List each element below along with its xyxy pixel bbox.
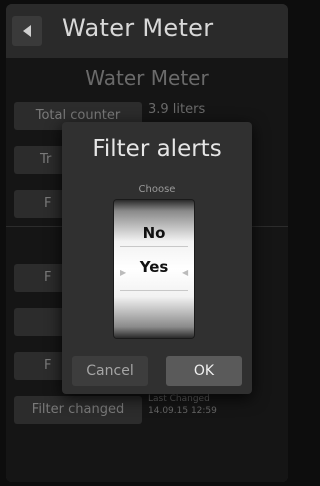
back-button[interactable] bbox=[12, 16, 42, 46]
picker-divider bbox=[120, 246, 188, 247]
page-title: Water Meter bbox=[85, 66, 209, 90]
selection-right-arrow-icon: ◀ bbox=[182, 268, 189, 277]
ok-button[interactable]: OK bbox=[166, 356, 242, 386]
picker-divider bbox=[120, 290, 188, 291]
app-screen: Water Meter Water Meter Total counter 3.… bbox=[6, 4, 288, 482]
app-title: Water Meter bbox=[62, 14, 214, 42]
back-arrow-icon bbox=[23, 25, 31, 37]
cancel-button[interactable]: Cancel bbox=[72, 356, 148, 386]
last-changed-value: 14.09.15 12:59 bbox=[148, 406, 217, 416]
picker-option-no[interactable]: No bbox=[114, 224, 194, 242]
selection-left-arrow-icon: ▶ bbox=[120, 268, 127, 277]
filter-changed-button[interactable]: Filter changed bbox=[14, 396, 142, 424]
total-counter-value: 3.9 liters bbox=[148, 102, 206, 117]
filter-alerts-dialog: Filter alerts Choose No Yes ▶ ◀ Cancel O… bbox=[62, 122, 252, 394]
dialog-title: Filter alerts bbox=[92, 136, 222, 162]
last-changed-label: Last Changed bbox=[148, 394, 210, 404]
title-bar: Water Meter bbox=[6, 4, 288, 58]
choose-label: Choose bbox=[138, 184, 176, 195]
